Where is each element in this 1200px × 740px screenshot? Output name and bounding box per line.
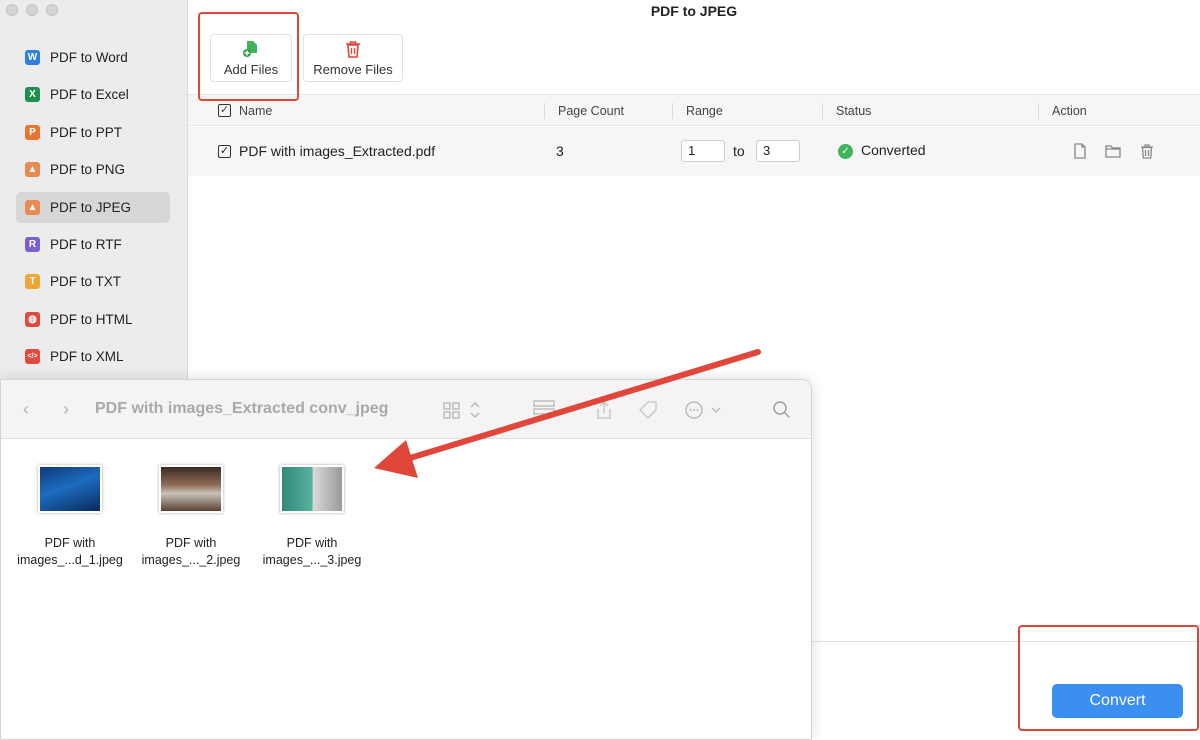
finder-title: PDF with images_Extracted conv_jpeg xyxy=(95,400,389,417)
file-icon[interactable] xyxy=(1071,142,1089,160)
sidebar-item-label: PDF to Excel xyxy=(50,87,129,103)
column-divider xyxy=(544,103,545,119)
sidebar-item-label: PDF to RTF xyxy=(50,236,122,252)
file-thumbnail xyxy=(159,465,223,513)
format-icon: </> xyxy=(25,349,40,365)
share-icon[interactable] xyxy=(595,400,613,420)
format-icon: W xyxy=(25,50,40,65)
range-to-input[interactable]: 3 xyxy=(756,140,800,162)
header-action: Action xyxy=(1052,104,1087,118)
sidebar-item-label: PDF to PNG xyxy=(50,162,126,178)
sidebar-item[interactable]: R PDF to RTF xyxy=(16,229,170,260)
group-icon[interactable] xyxy=(533,399,555,417)
sidebar-item[interactable]: ▲ PDF to JPEG xyxy=(16,191,170,223)
range-to-label: to xyxy=(733,143,745,159)
sidebar-item-label: PDF to JPEG xyxy=(50,199,132,215)
file-item[interactable]: PDF with images_...d_1.jpeg xyxy=(10,465,130,569)
search-icon[interactable] xyxy=(772,400,792,420)
add-files-label: Add Files xyxy=(223,61,279,77)
add-files-button[interactable]: Add Files xyxy=(210,34,292,82)
table-row[interactable]: ✓ PDF with images_Extracted.pdf 3 1 to 3… xyxy=(188,127,1200,176)
sidebar-item[interactable]: ▲ PDF to PNG xyxy=(16,154,170,185)
format-icon: P xyxy=(25,124,40,140)
folder-icon[interactable] xyxy=(1104,142,1122,160)
file-name: PDF with images_...d_1.jpeg xyxy=(17,536,123,567)
column-divider xyxy=(1038,103,1039,119)
sidebar-item[interactable]: X PDF to Excel xyxy=(16,79,170,110)
add-file-icon xyxy=(243,40,257,57)
sidebar-item-label: PDF to HTML xyxy=(50,311,133,327)
format-icon: R xyxy=(25,236,40,252)
column-divider xyxy=(672,103,673,119)
sidebar-item[interactable]: T PDF to TXT xyxy=(16,266,170,297)
sidebar-item-label: PDF to PPT xyxy=(50,124,123,140)
status-cell: ✓ Converted xyxy=(838,142,926,159)
file-name: PDF with images_Extracted.pdf xyxy=(239,143,436,159)
sidebar-item-label: PDF to XML xyxy=(50,349,124,365)
finder-toolbar: ‹ › PDF with images_Extracted conv_jpeg xyxy=(1,380,811,439)
remove-files-label: Remove Files xyxy=(313,61,393,77)
sidebar-item[interactable]: P PDF to PPT xyxy=(16,117,170,148)
convert-button[interactable]: Convert xyxy=(1052,684,1183,718)
forward-icon[interactable]: › xyxy=(63,399,69,420)
select-all-checkbox[interactable]: ✓ xyxy=(218,104,231,117)
sidebar-item[interactable]: </> PDF to XML xyxy=(16,341,170,372)
window-title: PDF to JPEG xyxy=(650,3,738,19)
sidebar-item[interactable]: W PDF to Word xyxy=(16,42,170,73)
grid-view-icon[interactable] xyxy=(443,401,483,419)
file-thumbnail xyxy=(38,465,102,513)
back-icon[interactable]: ‹ xyxy=(23,399,29,420)
sidebar-nav: W PDF to Word X PDF to Excel P PDF to PPT ▲ PDF… xyxy=(16,42,170,379)
check-circle-icon: ✓ xyxy=(838,143,853,159)
finder-window: ‹ › PDF with images_Extracted conv_jpeg xyxy=(0,379,812,740)
header-page-count[interactable]: Page Count xyxy=(558,104,624,118)
file-name: PDF with images_..._3.jpeg xyxy=(262,536,362,567)
close-window-button[interactable] xyxy=(6,4,18,16)
format-icon: ▲ xyxy=(25,199,40,215)
zoom-window-button[interactable] xyxy=(46,4,58,16)
range-from-input[interactable]: 1 xyxy=(681,140,725,162)
window-controls xyxy=(6,4,58,16)
column-divider xyxy=(822,103,823,119)
row-checkbox[interactable]: ✓ xyxy=(218,145,231,158)
format-icon: T xyxy=(25,274,40,290)
remove-files-button[interactable]: Remove Files xyxy=(303,34,403,82)
file-item[interactable]: PDF with images_..._2.jpeg xyxy=(131,465,251,569)
tag-icon[interactable] xyxy=(638,400,660,420)
format-icon: ▲ xyxy=(25,162,40,178)
header-status[interactable]: Status xyxy=(836,104,871,118)
more-options-icon[interactable] xyxy=(684,400,724,420)
file-name: PDF with images_..._2.jpeg xyxy=(141,536,241,567)
table-header: ✓ Name Page Count Range Status Action xyxy=(188,94,1200,126)
header-range[interactable]: Range xyxy=(686,104,723,118)
minimize-window-button[interactable] xyxy=(26,4,38,16)
file-item[interactable]: PDF with images_..._3.jpeg xyxy=(252,465,372,569)
format-icon: X xyxy=(25,87,40,103)
sidebar-item[interactable]: ◍ PDF to HTML xyxy=(16,304,170,335)
page-count: 3 xyxy=(556,143,564,159)
header-name[interactable]: Name xyxy=(239,104,272,118)
trash-icon[interactable] xyxy=(1138,142,1156,160)
status-text: Converted xyxy=(861,142,926,158)
format-icon: ◍ xyxy=(25,311,40,327)
sidebar-item-label: PDF to Word xyxy=(50,50,128,65)
sidebar-item-label: PDF to TXT xyxy=(50,274,122,290)
file-thumbnail xyxy=(280,465,344,513)
app-root: W PDF to Word X PDF to Excel P PDF to PPT ▲ PDF… xyxy=(0,0,1200,740)
trash-icon xyxy=(346,40,360,58)
